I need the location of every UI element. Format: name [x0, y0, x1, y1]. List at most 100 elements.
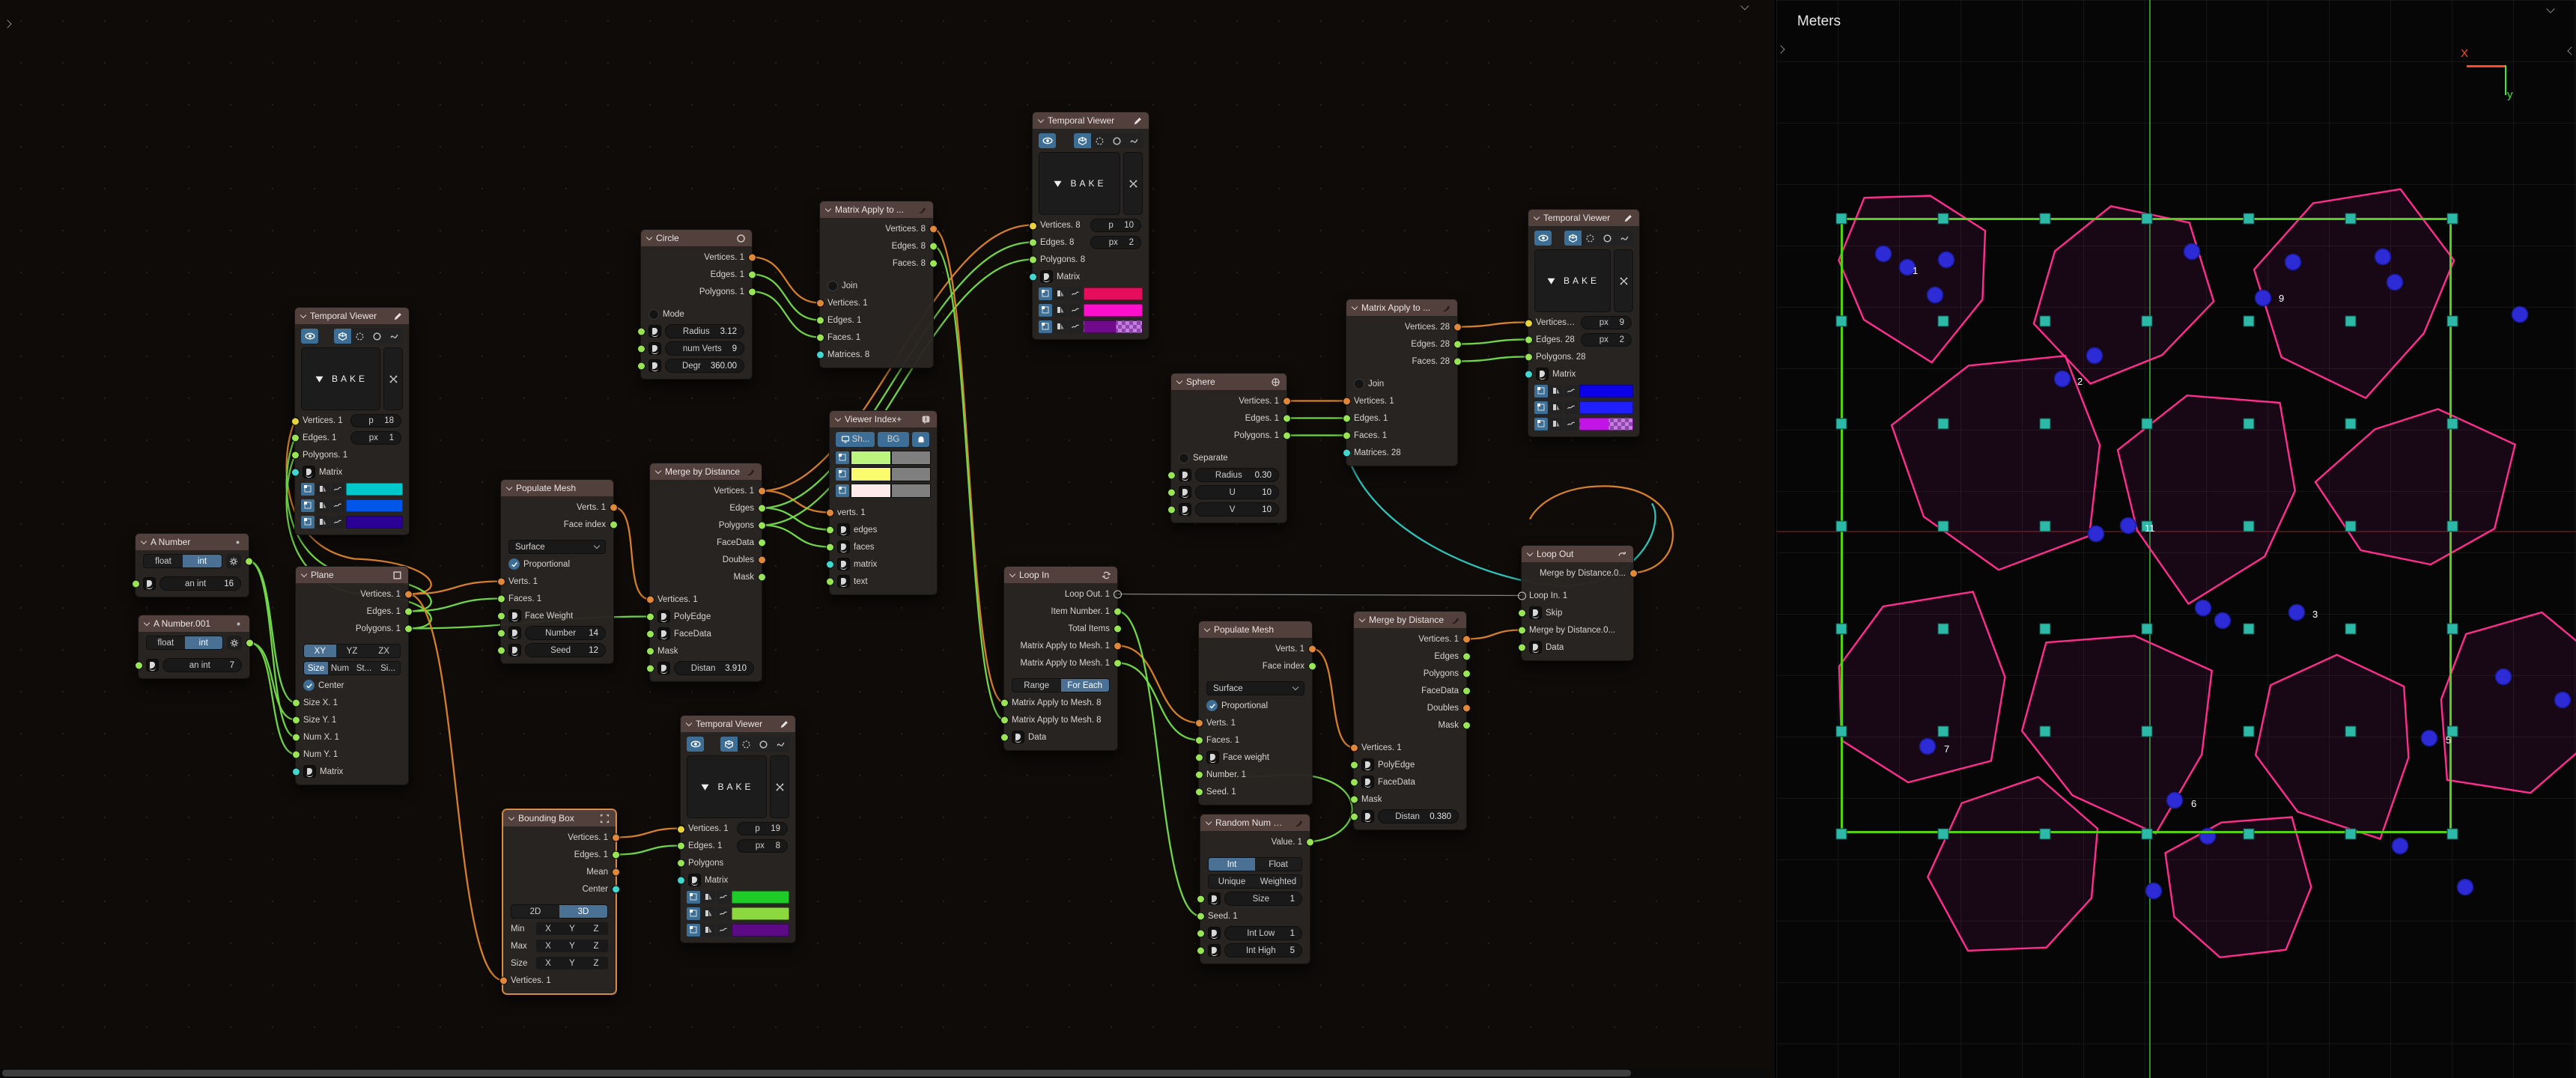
value-slider[interactable]: Int Low1	[1224, 926, 1302, 940]
socket-out[interactable]	[1114, 624, 1122, 633]
segment-xy[interactable]: XY	[304, 645, 336, 657]
collapse-chevron-icon[interactable]	[655, 467, 661, 473]
eye-icon[interactable]	[1039, 133, 1056, 148]
socket-in[interactable]	[826, 508, 834, 517]
socket-out[interactable]	[758, 555, 766, 564]
eye-icon[interactable]	[1534, 231, 1552, 246]
node-header[interactable]: Sphere	[1171, 374, 1287, 390]
socket-out[interactable]	[1462, 635, 1471, 643]
plane-vertex-handle[interactable]	[2345, 213, 2357, 225]
palette-icon[interactable]	[1549, 385, 1563, 398]
socket-out[interactable]	[612, 885, 620, 893]
dropdown-select[interactable]: Surface	[1206, 681, 1304, 695]
editor-hscrollbar[interactable]	[0, 1068, 1769, 1078]
viewport-toggle-icon[interactable]	[301, 483, 315, 496]
segment-3d[interactable]: 3D	[559, 905, 607, 918]
plane-vertex-handle[interactable]	[2040, 418, 2051, 430]
collapse-chevron-icon[interactable]	[835, 415, 841, 421]
value-field[interactable]: px2	[1090, 236, 1141, 249]
viewport-toggle-icon[interactable]	[301, 516, 315, 529]
plane-vertex-handle[interactable]	[1938, 521, 1949, 532]
plane-vertex-handle[interactable]	[2142, 726, 2153, 737]
gear-icon[interactable]	[226, 554, 241, 568]
node-populate_mesh_1[interactable]: Populate MeshVerts. 1Face indexSurfacePr…	[500, 479, 614, 664]
eye-icon[interactable]	[301, 329, 318, 344]
socket-in[interactable]	[1195, 788, 1203, 796]
socket-out[interactable]	[1308, 645, 1316, 653]
segment-int[interactable]: int	[185, 636, 223, 649]
socket-out[interactable]	[612, 868, 620, 876]
segmented-control[interactable]: IntFloat	[1208, 857, 1302, 871]
plane-vertex-handle[interactable]	[1836, 726, 1847, 737]
wire-style-icon[interactable]	[331, 499, 344, 512]
palette-icon[interactable]	[1549, 418, 1563, 430]
plane-vertex-handle[interactable]	[1938, 726, 1949, 737]
socket-in[interactable]	[497, 594, 505, 603]
plane-vertex-handle[interactable]	[1836, 521, 1847, 532]
palette-icon[interactable]	[1054, 304, 1067, 317]
socket-in[interactable]	[1525, 335, 1533, 344]
color-swatch[interactable]	[1084, 304, 1143, 317]
axis-cell[interactable]: Z	[584, 940, 608, 952]
socket-in[interactable]	[1518, 591, 1526, 600]
socket-in[interactable]	[677, 825, 685, 833]
color-cell[interactable]	[851, 451, 891, 465]
color-swatch[interactable]	[732, 924, 789, 937]
color-swatch[interactable]	[732, 891, 789, 904]
value-slider[interactable]: Number14	[525, 626, 606, 640]
socket-in[interactable]	[1525, 319, 1533, 327]
wire-style-icon[interactable]	[331, 483, 344, 496]
viewport-toggle-icon[interactable]	[687, 907, 700, 920]
segment-zx[interactable]: ZX	[368, 645, 400, 657]
socket-out[interactable]	[1453, 323, 1462, 331]
axis-cell[interactable]: X	[536, 940, 560, 952]
socket-in[interactable]	[1343, 414, 1351, 422]
plane-vertex-handle[interactable]	[2244, 213, 2255, 225]
viewport-toggle-icon[interactable]	[687, 891, 700, 904]
socket-in[interactable]	[1350, 743, 1358, 752]
plane-vertex-handle[interactable]	[1836, 213, 1847, 225]
node-header[interactable]: Matrix Apply to ...	[1346, 299, 1457, 316]
wire-style-icon[interactable]	[717, 924, 730, 937]
socket-in[interactable]	[1197, 929, 1205, 937]
socket-in[interactable]	[646, 647, 654, 655]
axis-cell[interactable]: Z	[584, 922, 608, 935]
node-header[interactable]: Plane	[296, 567, 408, 583]
socket-in[interactable]	[816, 350, 824, 359]
socket-out[interactable]	[404, 624, 413, 633]
palette-icon[interactable]	[702, 907, 715, 920]
socket-out[interactable]	[748, 287, 756, 296]
socket-out[interactable]	[1629, 569, 1638, 577]
editor-hscrollbar-thumb[interactable]	[2, 1070, 1631, 1077]
collapse-chevron-icon[interactable]	[301, 570, 307, 576]
socket-in[interactable]	[826, 560, 834, 568]
socket-out[interactable]	[1462, 669, 1471, 677]
color-swatch[interactable]	[346, 499, 403, 512]
socket-out[interactable]	[612, 833, 620, 841]
segment-range[interactable]: Range	[1012, 679, 1061, 692]
color-swatch[interactable]	[1579, 385, 1633, 398]
socket-in[interactable]	[1000, 716, 1009, 724]
socket-in[interactable]	[292, 767, 300, 776]
socket-in[interactable]	[1343, 431, 1351, 439]
segment-num[interactable]: Num	[328, 662, 352, 674]
axis-gizmo-y-label[interactable]: y	[2507, 88, 2513, 101]
node-bounding_box[interactable]: Bounding BoxVertices. 1Edges. 1MeanCente…	[502, 809, 616, 994]
axis-cell[interactable]: X	[536, 922, 560, 935]
collapse-chevron-icon[interactable]	[1534, 213, 1540, 219]
node-editor-canvas[interactable]: Temporal ViewerBAKEVertices. 1p18Edges. …	[0, 0, 1775, 1078]
socket-in[interactable]	[677, 859, 685, 867]
color-swatch[interactable]	[1579, 418, 1633, 430]
plane-vertex-handle[interactable]	[2142, 418, 2153, 430]
bake-button[interactable]: BAKE	[1534, 249, 1611, 312]
color-cell[interactable]	[891, 484, 932, 498]
socket-out[interactable]	[929, 259, 938, 267]
color-cell[interactable]	[891, 451, 932, 465]
socket-in[interactable]	[291, 433, 300, 442]
collapse-chevron-icon[interactable]	[1352, 303, 1358, 309]
checkbox-checked-icon[interactable]	[1206, 700, 1218, 711]
segment-size[interactable]: Size	[304, 662, 328, 674]
plane-vertex-handle[interactable]	[1836, 316, 1847, 327]
node-header[interactable]: Merge by Distance	[650, 463, 762, 480]
socket-out[interactable]	[1283, 431, 1291, 439]
